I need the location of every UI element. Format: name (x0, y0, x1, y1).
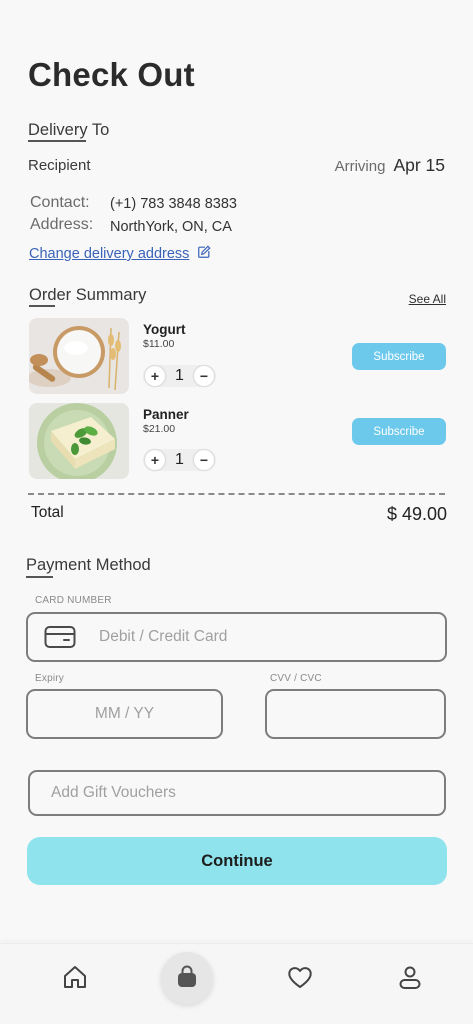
user-icon (396, 963, 424, 996)
cvv-field[interactable] (265, 689, 446, 739)
card-icon (44, 625, 76, 649)
see-all-link[interactable]: See All (409, 292, 446, 306)
bag-icon (173, 963, 201, 996)
card-number-label: CARD NUMBER (35, 595, 112, 606)
change-delivery-address-label: Change delivery address (29, 246, 190, 262)
recipient-label: Recipient (28, 157, 91, 174)
address-value: NorthYork, ON, CA (110, 219, 232, 235)
order-title-underline (29, 305, 55, 307)
expiry-label: Expiry (35, 673, 64, 684)
edit-icon (197, 245, 211, 263)
nav-profile[interactable] (380, 944, 440, 1014)
dashed-divider (28, 493, 445, 495)
quantity-value: 1 (175, 367, 184, 384)
change-delivery-address-link[interactable]: Change delivery address (29, 245, 211, 263)
home-icon (61, 963, 89, 996)
decrease-quantity-button[interactable]: − (193, 366, 214, 386)
item-price: $11.00 (143, 338, 175, 350)
heart-icon (286, 963, 314, 996)
panner-image (29, 403, 129, 479)
nav-bag[interactable] (157, 944, 217, 1014)
decrease-quantity-button[interactable]: − (193, 450, 214, 470)
subscribe-button[interactable]: Subscribe (352, 418, 446, 445)
quantity-value: 1 (175, 451, 184, 468)
page-title: Check Out (28, 56, 195, 93)
cvv-label: CVV / CVC (270, 673, 322, 684)
expiry-field[interactable]: MM / YY (26, 689, 223, 739)
yogurt-image (29, 318, 129, 394)
card-number-field[interactable]: Debit / Credit Card (26, 612, 447, 662)
nav-home[interactable] (45, 944, 105, 1014)
card-number-placeholder: Debit / Credit Card (99, 628, 228, 645)
order-section-title: Order Summary (29, 286, 147, 304)
increase-quantity-button[interactable]: + (145, 366, 165, 386)
arriving-label: Arriving (334, 158, 386, 175)
contact-label: Contact: (30, 194, 90, 211)
item-name: Yogurt (143, 322, 186, 337)
payment-title-underline (26, 576, 53, 578)
arriving-date: Apr 15 (393, 155, 445, 175)
expiry-placeholder: MM / YY (94, 705, 155, 722)
gift-voucher-field[interactable]: Add Gift Vouchers (28, 770, 446, 816)
total-label: Total (31, 504, 64, 521)
quantity-stepper: + 1 − (143, 365, 216, 387)
contact-value: (+1) 783 3848 8383 (110, 196, 237, 212)
nav-favorites[interactable] (270, 944, 330, 1014)
continue-button[interactable]: Continue (27, 837, 447, 885)
arriving-info: Arriving Apr 15 (335, 155, 445, 176)
delivery-section-title: Delivery To (28, 121, 110, 139)
address-label: Address: (30, 216, 94, 233)
quantity-stepper: + 1 − (143, 449, 216, 471)
item-name: Panner (143, 407, 189, 422)
increase-quantity-button[interactable]: + (145, 450, 165, 470)
total-value: $ 49.00 (386, 504, 447, 524)
item-price: $21.00 (143, 423, 176, 435)
bottom-nav (0, 943, 473, 1024)
payment-section-title: Payment Method (26, 556, 151, 574)
subscribe-button[interactable]: Subscribe (352, 343, 446, 370)
delivery-title-underline (28, 140, 86, 142)
gift-voucher-placeholder: Add Gift Vouchers (51, 784, 176, 801)
